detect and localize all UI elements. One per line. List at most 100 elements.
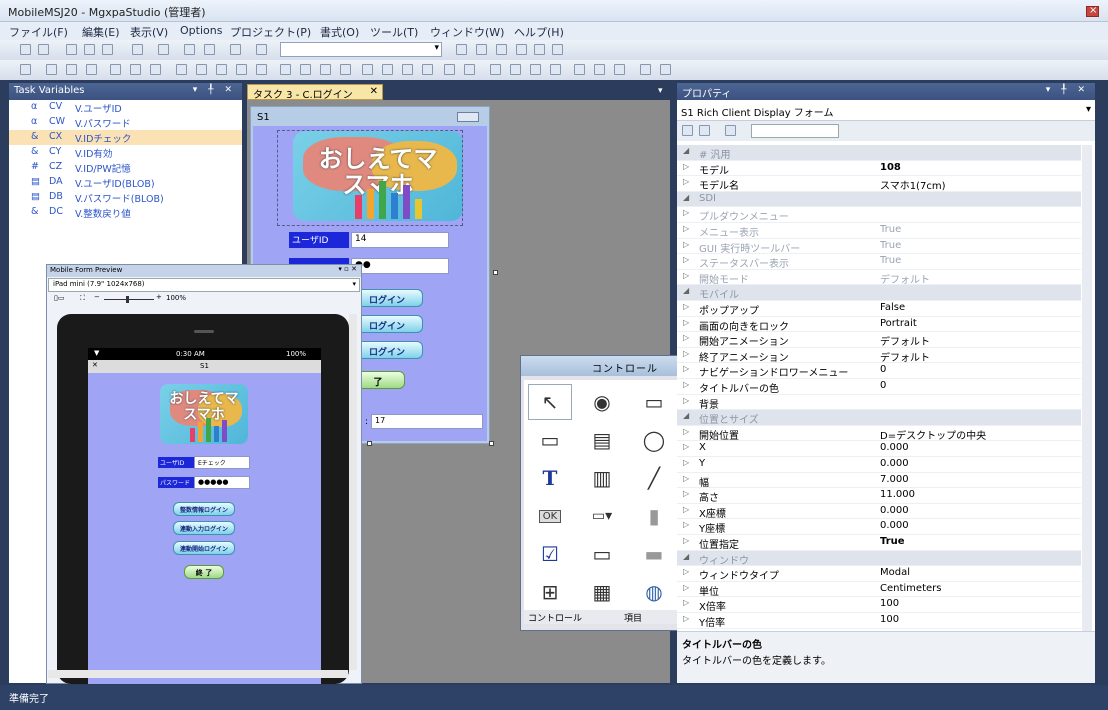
unlink-icon[interactable]: [660, 64, 671, 75]
lock-icon[interactable]: [382, 64, 393, 75]
property-value[interactable]: Modal: [880, 567, 910, 578]
h-spacing-icon[interactable]: [216, 64, 227, 75]
property-row[interactable]: ▷ ステータスバー表示 True: [677, 254, 1081, 270]
close-window-button[interactable]: ×: [1086, 5, 1099, 17]
browser-icon[interactable]: ◍: [632, 574, 676, 610]
variable-row[interactable]: α CW V.パスワード: [9, 115, 242, 130]
comment-icon[interactable]: [132, 44, 143, 55]
bottom-field[interactable]: 17: [371, 414, 483, 429]
expand-icon[interactable]: ▷: [683, 567, 689, 576]
collapse-icon[interactable]: ◢: [683, 146, 689, 155]
expand-icon[interactable]: ▷: [683, 520, 689, 529]
rectangle-icon[interactable]: ▭: [632, 384, 676, 420]
slider-icon[interactable]: ▮: [632, 498, 676, 534]
password-field[interactable]: ●●: [351, 258, 449, 274]
property-value[interactable]: デフォルト: [880, 349, 930, 364]
property-value[interactable]: 0.000: [880, 520, 909, 531]
form-close-icon[interactable]: [457, 112, 479, 122]
property-value[interactable]: 0.000: [880, 505, 909, 516]
zoom-thumb[interactable]: [126, 296, 129, 303]
property-row[interactable]: ▷ GUI 実行時ツールバー True: [677, 239, 1081, 255]
align-top-icon[interactable]: [86, 64, 97, 75]
expand-icon[interactable]: ▷: [683, 458, 689, 467]
menu-edit[interactable]: 編集(E): [82, 24, 120, 40]
ungroup-icon[interactable]: [510, 64, 521, 75]
combo-icon[interactable]: ▭▾: [580, 498, 624, 534]
property-value[interactable]: 11.000: [880, 489, 915, 500]
property-value[interactable]: 0: [880, 380, 886, 391]
variable-row[interactable]: & CY V.ID有効: [9, 145, 242, 160]
palette-icon[interactable]: [594, 64, 605, 75]
property-value[interactable]: デフォルト: [880, 333, 930, 348]
line-icon[interactable]: ╱: [632, 460, 676, 496]
panel-icon[interactable]: [552, 44, 563, 55]
preview-login-button-1[interactable]: 整数情報ログイン: [173, 502, 235, 516]
property-pages-icon[interactable]: [725, 125, 736, 136]
property-category[interactable]: ◢ ウィンドウ: [677, 550, 1081, 567]
property-category[interactable]: ◢ 位置とサイズ: [677, 410, 1081, 426]
toolbar-combo[interactable]: [280, 42, 442, 57]
center-h-icon[interactable]: [280, 64, 291, 75]
anchor-icon[interactable]: [362, 64, 373, 75]
preview-login-button-2[interactable]: 連動入力ログイン: [173, 521, 235, 535]
copy-icon[interactable]: [84, 44, 95, 55]
property-row[interactable]: ▷ メニュー表示 True: [677, 223, 1081, 239]
preview-scrollbar[interactable]: [349, 314, 357, 670]
text-icon[interactable]: T: [528, 460, 572, 496]
expand-icon[interactable]: ▷: [683, 177, 689, 186]
align-center-icon[interactable]: [46, 64, 57, 75]
same-width-icon[interactable]: [150, 64, 161, 75]
property-row[interactable]: ▷ タイトルバーの色 0: [677, 379, 1081, 395]
paste-layout-icon[interactable]: [550, 64, 561, 75]
grid-icon[interactable]: ▦: [580, 574, 624, 610]
property-row[interactable]: ▷ X 0.000: [677, 441, 1081, 457]
property-row[interactable]: ▷ 位置指定 True: [677, 535, 1081, 551]
property-value[interactable]: True: [880, 224, 901, 235]
spacing-icon[interactable]: [256, 64, 267, 75]
collapse-icon[interactable]: ◢: [683, 411, 689, 420]
property-scrollbar[interactable]: [1082, 145, 1092, 631]
property-value[interactable]: スマホ1(7cm): [880, 177, 945, 192]
tools-icon[interactable]: [476, 44, 487, 55]
align-middle-icon[interactable]: [110, 64, 121, 75]
property-row[interactable]: ▷ Y座標 0.000: [677, 519, 1081, 535]
cut-icon[interactable]: [66, 44, 77, 55]
property-value[interactable]: 0.000: [880, 458, 909, 469]
preview-icon[interactable]: [574, 64, 585, 75]
expand-icon[interactable]: ▷: [683, 224, 689, 233]
property-row[interactable]: ▷ モデル 108: [677, 161, 1081, 177]
subform-icon[interactable]: ▥: [580, 460, 624, 496]
expand-icon[interactable]: ▷: [683, 442, 689, 451]
property-category[interactable]: ◢ SDI: [677, 191, 1081, 208]
categorized-icon[interactable]: [682, 125, 693, 136]
menu-project[interactable]: プロジェクト(P): [230, 24, 311, 40]
group-icon[interactable]: [490, 64, 501, 75]
find-icon[interactable]: [230, 44, 241, 55]
expand-icon[interactable]: ▷: [683, 364, 689, 373]
expand-icon[interactable]: ▷: [683, 271, 689, 280]
variable-row[interactable]: & DC V.整数戻り値: [9, 205, 242, 220]
property-value[interactable]: D=デスクトップの中央: [880, 427, 986, 442]
grid-icon[interactable]: [402, 64, 413, 75]
preview-window-controls[interactable]: ▾ ▫ ✕: [338, 265, 357, 273]
property-value[interactable]: 108: [880, 162, 901, 173]
menu-options[interactable]: Options: [180, 24, 222, 37]
same-size-icon[interactable]: [196, 64, 207, 75]
variable-row[interactable]: α CV V.ユーザID: [9, 100, 242, 115]
align-left-icon[interactable]: [20, 64, 31, 75]
property-value[interactable]: True: [880, 536, 905, 547]
property-row[interactable]: ▷ 高さ 11.000: [677, 488, 1081, 504]
copy-layout-icon[interactable]: [530, 64, 541, 75]
property-row[interactable]: ▷ 終了アニメーション デフォルト: [677, 348, 1081, 364]
menu-help[interactable]: ヘルプ(H): [514, 24, 564, 40]
order-back-icon[interactable]: [340, 64, 351, 75]
ellipse-icon[interactable]: ◯: [632, 422, 676, 458]
divider-icon[interactable]: ▬: [632, 536, 676, 572]
sort-icon[interactable]: [699, 125, 710, 136]
uncomment-icon[interactable]: [158, 44, 169, 55]
property-row[interactable]: ▷ X倍率 100: [677, 597, 1081, 613]
collapse-icon[interactable]: ◢: [683, 193, 689, 202]
property-row[interactable]: ▷ プルダウンメニュー: [677, 207, 1081, 223]
menu-view[interactable]: 表示(V): [130, 24, 168, 40]
property-row[interactable]: ▷ 開始位置 D=デスクトップの中央: [677, 426, 1081, 442]
